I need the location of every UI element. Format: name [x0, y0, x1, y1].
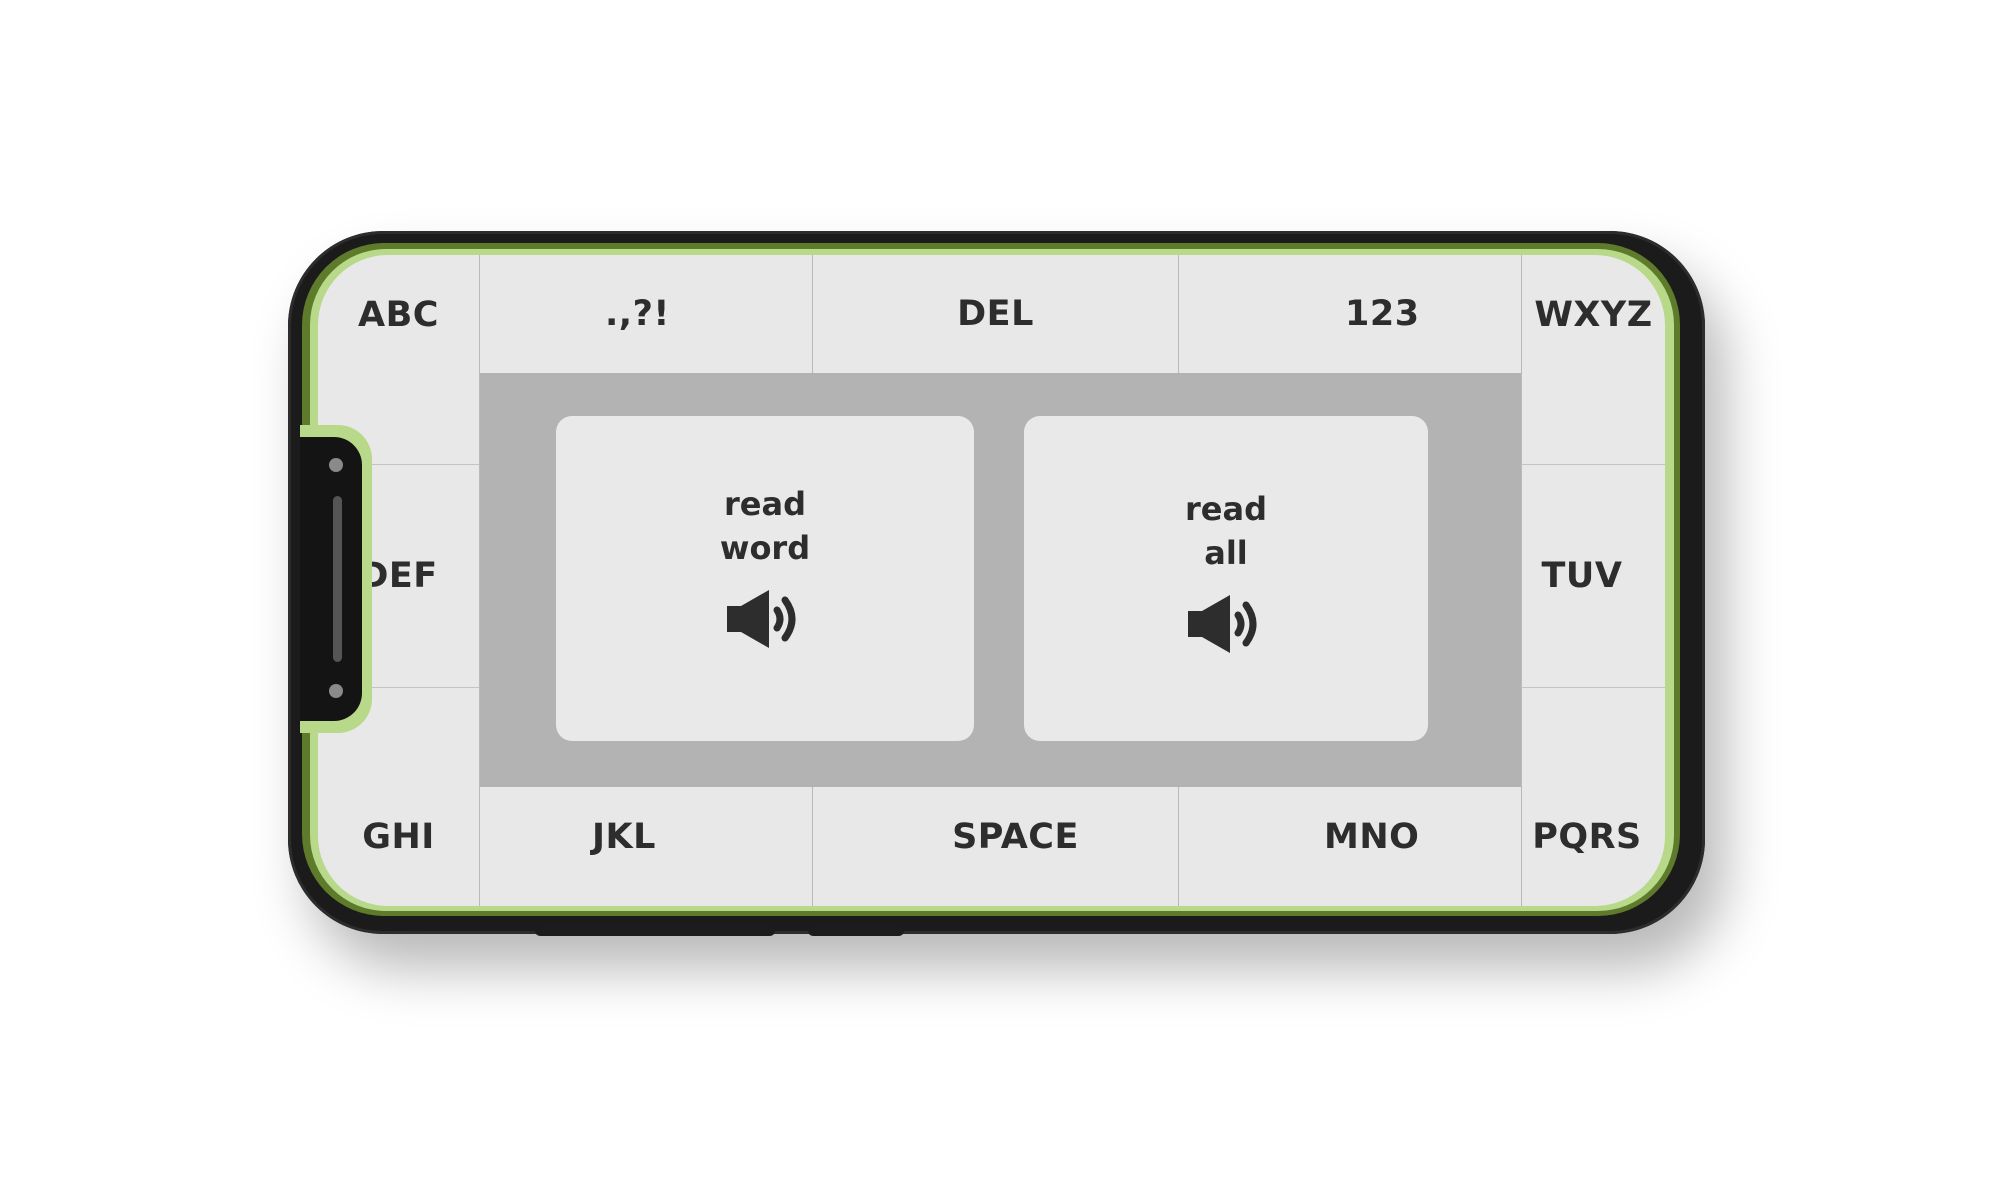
- key-space[interactable]: SPACE: [813, 787, 1178, 887]
- side-button-1: [535, 926, 775, 936]
- screen: ABC .,?! DEL 123 WXYZ DEF TUV GHI JKL SP…: [318, 255, 1665, 906]
- grid-line: [1521, 687, 1665, 688]
- read-word-label-line1: read: [724, 485, 806, 523]
- key-delete[interactable]: DEL: [813, 255, 1178, 373]
- key-punctuation[interactable]: .,?!: [480, 255, 812, 373]
- key-mno[interactable]: MNO: [1179, 787, 1521, 887]
- key-tuv[interactable]: TUV: [1522, 465, 1642, 687]
- read-all-label-line1: read: [1185, 490, 1267, 528]
- key-wxyz[interactable]: WXYZ: [1522, 255, 1665, 375]
- read-word-label-line2: word: [719, 529, 811, 567]
- key-numbers[interactable]: 123: [1179, 255, 1521, 373]
- key-abc[interactable]: ABC: [318, 255, 479, 375]
- read-panel: read word read all: [480, 373, 1521, 787]
- speaker-icon: [1188, 595, 1257, 653]
- camera-dot: [329, 458, 343, 472]
- key-pqrs[interactable]: PQRS: [1522, 787, 1652, 887]
- stage: ABC .,?! DEL 123 WXYZ DEF TUV GHI JKL SP…: [0, 0, 2000, 1200]
- read-all-label-line2: all: [1204, 534, 1248, 572]
- side-button-2: [808, 926, 904, 936]
- key-jkl[interactable]: JKL: [480, 787, 812, 887]
- key-ghi[interactable]: GHI: [318, 787, 479, 887]
- speaker-grille: [333, 496, 342, 662]
- read-word-button[interactable]: read word: [556, 416, 974, 741]
- read-all-button[interactable]: read all: [1024, 416, 1428, 741]
- speaker-icon: [727, 590, 796, 648]
- notch: [300, 437, 362, 721]
- sensor-dot: [329, 684, 343, 698]
